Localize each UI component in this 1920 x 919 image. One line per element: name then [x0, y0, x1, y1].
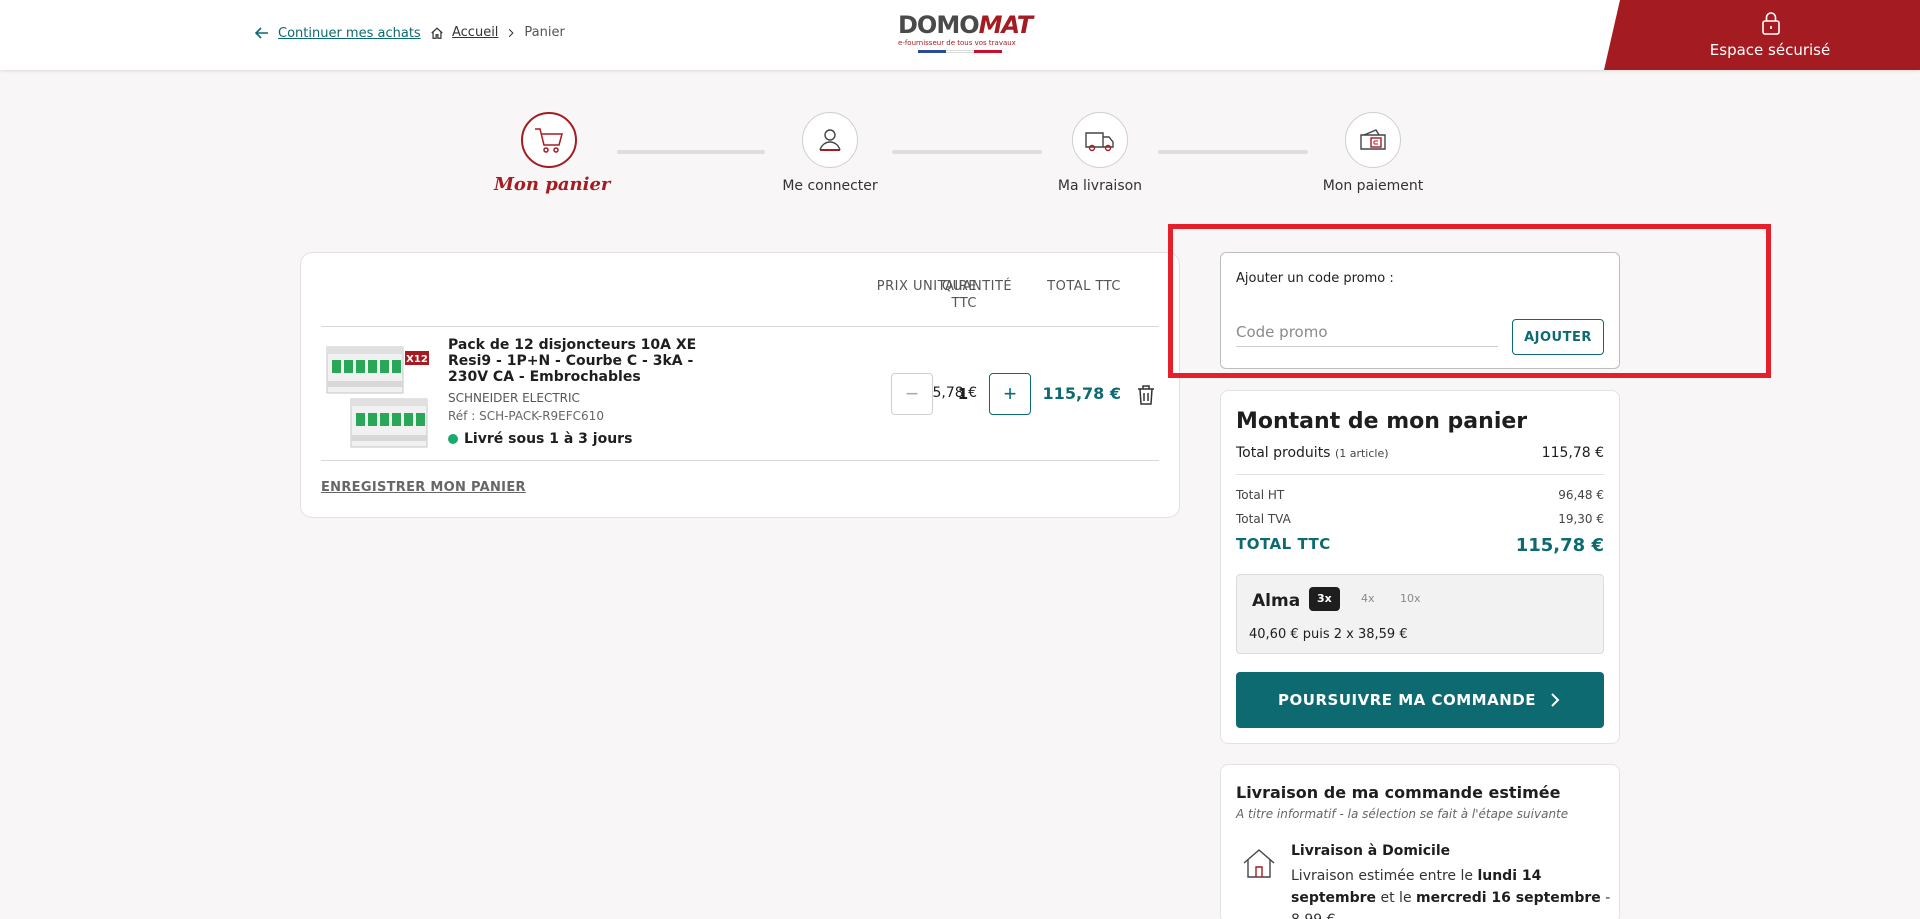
product-title[interactable]: Pack de 12 disjoncteurs 10A XE Resi9 - 1…	[448, 337, 738, 385]
step-cart-label: Mon panier	[494, 174, 611, 195]
breaker-block-bottom	[350, 398, 428, 448]
alma-installments: Alma 3x 4x 10x 40,60 € puis 2 x 38,59 €	[1236, 574, 1604, 654]
alma-option-3x[interactable]: 3x	[1309, 587, 1340, 611]
logo-flag	[918, 50, 1022, 53]
cart-divider-top	[321, 326, 1159, 327]
step-login-circle	[802, 112, 858, 168]
summary-ht-row: Total HT 96,48 €	[1236, 488, 1604, 502]
breadcrumb-current: Panier	[524, 25, 565, 40]
quantity-value[interactable]: 1	[951, 385, 975, 403]
secure-area-banner: Espace sécurisé	[1604, 0, 1920, 70]
delivery-title: Livraison de ma commande estimée	[1236, 783, 1561, 802]
step-payment: Mon paiement	[1313, 112, 1433, 194]
user-icon	[819, 129, 841, 151]
continue-shopping-label: Continuer mes achats	[278, 25, 421, 41]
chevron-right-icon	[509, 28, 515, 37]
summary-tva-row: Total TVA 19,30 €	[1236, 512, 1604, 526]
delivery-date-end: mercredi 16 septembre	[1416, 890, 1601, 906]
quantity-decrease-button[interactable]: −	[891, 373, 933, 415]
delivery-estimate: Livraison de ma commande estimée A titre…	[1220, 764, 1620, 919]
step-delivery: Ma livraison	[1040, 112, 1160, 194]
breadcrumb: Accueil Panier	[430, 25, 565, 40]
cart-card: PRIX UNITAIRE TTC QUANTITÉ TOTAL TTC X12…	[300, 252, 1180, 518]
alma-option-10x[interactable]: 10x	[1392, 587, 1429, 611]
logo-part-domo: DOMO	[898, 11, 980, 39]
step-payment-label: Mon paiement	[1322, 178, 1424, 194]
logo-tagline: e-fournisseur de tous vos travaux	[898, 39, 1016, 47]
summary-ttc-label: TOTAL TTC	[1236, 535, 1331, 553]
step-login-label: Me connecter	[782, 178, 878, 194]
step-delivery-circle	[1072, 112, 1128, 168]
summary-products-row: Total produits (1 article) 115,78 €	[1236, 445, 1604, 461]
line-total: 115,78 €	[1042, 384, 1121, 403]
continue-order-label: POURSUIVRE MA COMMANDE	[1278, 691, 1536, 709]
wallet-icon	[1360, 129, 1386, 150]
delivery-mode-name: Livraison à Domicile	[1291, 843, 1451, 859]
product-reference: Réf : SCH-PACK-R9EFC610	[448, 409, 604, 423]
summary-products-label: Total produits	[1236, 445, 1331, 461]
summary-ht-value: 96,48 €	[1558, 488, 1604, 502]
chevron-right-icon	[1551, 693, 1560, 707]
house-icon	[1243, 849, 1275, 878]
summary-ttc-value: 115,78 €	[1515, 535, 1604, 556]
logo-part-mat: MAT	[978, 11, 1034, 39]
arrow-left-icon	[254, 27, 268, 39]
product-image[interactable]: X12	[323, 343, 429, 451]
continue-order-button[interactable]: POURSUIVRE MA COMMANDE	[1236, 672, 1604, 728]
step-delivery-label: Ma livraison	[1057, 178, 1143, 194]
step-cart-circle	[521, 112, 577, 168]
cart-icon	[535, 128, 563, 153]
delivery-text-mid: et le	[1376, 890, 1417, 906]
alma-option-4x[interactable]: 4x	[1353, 587, 1383, 611]
home-icon	[431, 26, 443, 39]
step-login: Me connecter	[770, 112, 890, 194]
column-header-total: TOTAL TTC	[1047, 279, 1121, 294]
save-cart-link[interactable]: ENREGISTRER MON PANIER	[321, 480, 526, 495]
delivery-text-prefix: Livraison estimée entre le	[1291, 868, 1478, 884]
product-brand: SCHNEIDER ELECTRIC	[448, 391, 580, 405]
summary-tva-value: 19,30 €	[1558, 512, 1604, 526]
product-availability: Livré sous 1 à 3 jours	[448, 431, 632, 447]
delivery-estimate-text: Livraison estimée entre le lundi 14 sept…	[1291, 865, 1611, 919]
continue-shopping-link[interactable]: Continuer mes achats	[254, 25, 421, 41]
column-header-quantity: QUANTITÉ	[941, 279, 1013, 294]
cart-divider-bottom	[321, 460, 1159, 461]
step-payment-circle	[1345, 112, 1401, 168]
truck-icon	[1085, 132, 1114, 152]
breadcrumb-home-link[interactable]: Accueil	[452, 25, 498, 40]
step-cart: Mon panier	[494, 112, 611, 195]
cart-summary: Montant de mon panier Total produits (1 …	[1220, 390, 1620, 744]
availability-dot-icon	[448, 434, 458, 444]
product-badge: X12	[406, 354, 428, 365]
summary-ht-label: Total HT	[1236, 488, 1285, 502]
lock-icon	[1762, 12, 1780, 35]
summary-tva-label: Total TVA	[1236, 512, 1291, 526]
quantity-increase-button[interactable]: +	[989, 373, 1031, 415]
summary-title: Montant de mon panier	[1236, 409, 1528, 434]
step-connector-2	[892, 150, 1042, 154]
step-connector-3	[1158, 150, 1308, 154]
site-header: Continuer mes achats Accueil Panier DOMO…	[0, 0, 1920, 70]
column-header-unit-price-line2: TTC	[951, 296, 977, 311]
secure-area-label: Espace sécurisé	[1709, 41, 1831, 59]
breaker-block-top	[326, 346, 404, 394]
summary-divider	[1236, 474, 1604, 475]
availability-text: Livré sous 1 à 3 jours	[464, 431, 633, 447]
summary-products-count: (1 article)	[1334, 447, 1389, 460]
delivery-subtitle: A titre informatif - la sélection se fai…	[1236, 807, 1569, 821]
trash-icon[interactable]	[1135, 383, 1157, 407]
summary-products-value: 115,78 €	[1541, 445, 1604, 461]
domomat-logo[interactable]: DOMOMAT e-fournisseur de tous vos travau…	[898, 11, 1033, 54]
add-promo-button[interactable]: AJOUTER	[1512, 319, 1604, 355]
alma-schedule: 40,60 € puis 2 x 38,59 €	[1249, 627, 1408, 642]
step-connector-1	[617, 150, 765, 154]
summary-ttc-row: TOTAL TTC 115,78 €	[1236, 535, 1604, 556]
alma-logo: Alma	[1252, 591, 1301, 611]
promo-code-box: Ajouter un code promo : AJOUTER	[1220, 252, 1620, 369]
promo-code-input[interactable]	[1236, 317, 1498, 347]
promo-code-label: Ajouter un code promo :	[1236, 271, 1394, 286]
